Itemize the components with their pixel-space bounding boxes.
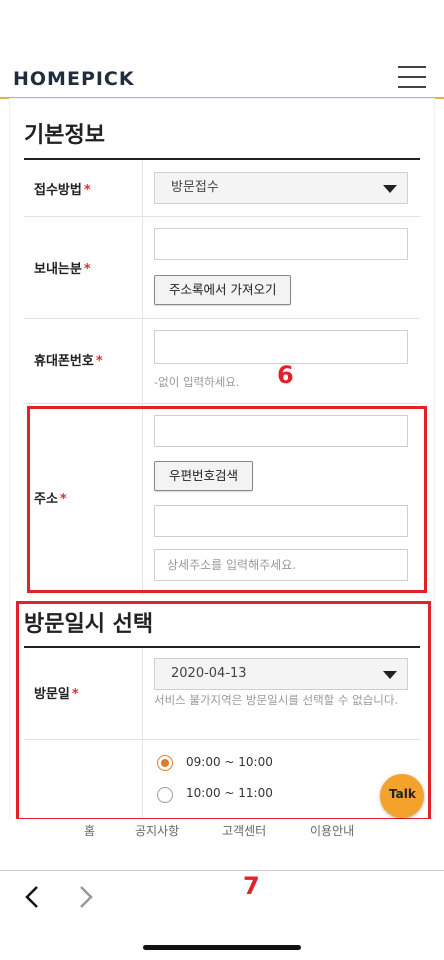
mobile-label: 휴대폰번호 * xyxy=(34,354,103,369)
annotation-label-7: 7 xyxy=(243,872,260,900)
footer-link-notice[interactable]: 공지사항 xyxy=(135,822,179,839)
home-indicator[interactable] xyxy=(143,945,301,950)
receive-method-select[interactable]: 방문접수 xyxy=(154,172,408,204)
footer-link-home[interactable]: 홈 xyxy=(84,822,95,839)
chevron-left-icon[interactable] xyxy=(22,884,42,910)
footer-link-support[interactable]: 고객센터 xyxy=(222,822,266,839)
hamburger-menu-icon[interactable] xyxy=(398,66,428,90)
row-divider xyxy=(24,216,420,217)
receive-method-label: 접수방법 * xyxy=(34,183,91,198)
talk-chat-button[interactable]: Talk xyxy=(380,774,424,818)
section-divider xyxy=(24,158,420,160)
annotation-box-visit xyxy=(16,601,431,821)
address-book-button[interactable]: 주소록에서 가져오기 xyxy=(154,275,292,305)
annotation-label-6: 6 xyxy=(277,361,294,389)
row-divider xyxy=(24,403,420,404)
mobile-hint: -없이 입력하세요. xyxy=(154,375,240,389)
footer-link-guide[interactable]: 이용안내 xyxy=(310,822,354,839)
basic-info-title: 기본정보 xyxy=(24,123,105,148)
chevron-right-icon[interactable] xyxy=(76,884,96,910)
sender-label: 보내는분 * xyxy=(34,262,91,277)
sender-input[interactable] xyxy=(154,228,408,260)
row-divider xyxy=(24,318,420,319)
talk-label: Talk xyxy=(389,787,416,801)
dropdown-arrow-icon xyxy=(383,185,397,193)
browser-toolbar-divider xyxy=(0,870,444,871)
receive-method-value: 방문접수 xyxy=(171,180,219,195)
annotation-box-address xyxy=(27,406,427,593)
homepick-logo[interactable]: HOMEPICK xyxy=(13,68,135,90)
mobile-input[interactable] xyxy=(154,330,408,364)
